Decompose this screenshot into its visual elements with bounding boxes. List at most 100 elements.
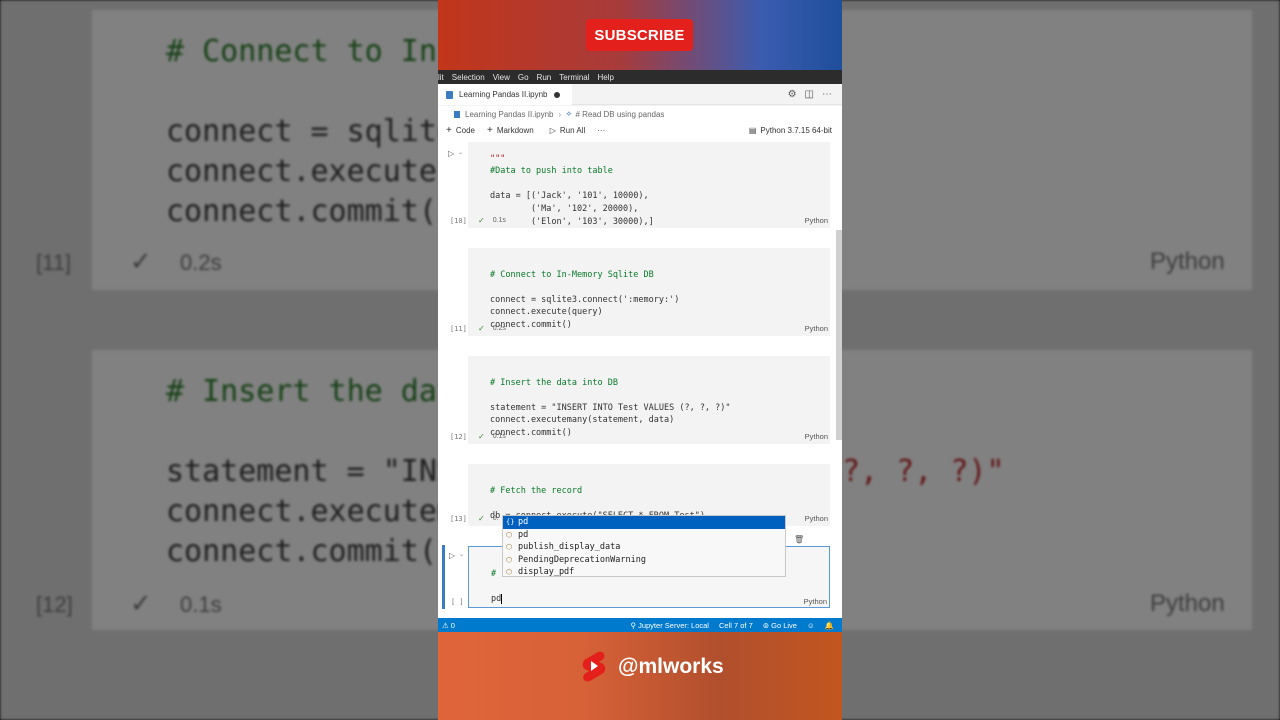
- autocomplete-item[interactable]: ⬡ PendingDeprecationWarning: [503, 554, 785, 567]
- broadcast-icon: ⊚: [762, 620, 772, 630]
- problems-count[interactable]: ⚠ 0: [442, 621, 455, 630]
- module-icon: {}: [506, 518, 515, 527]
- cell-code[interactable]: # Insert the data into DB statement = "I…: [490, 364, 731, 452]
- delete-cell-icon[interactable]: 🗑: [794, 535, 804, 544]
- cell-time: 0.2s: [492, 325, 506, 332]
- more-actions-icon[interactable]: ⋯: [822, 89, 832, 100]
- code-line: # Connect to In-Memory Sqlite DB: [490, 269, 654, 280]
- go-live-button[interactable]: ⊚ Go Live: [763, 621, 797, 630]
- status-bar: ⚠ 0 ⚲ Jupyter Server: Local Cell 7 of 7 …: [438, 618, 842, 632]
- code-line: pd: [491, 593, 502, 604]
- autocomplete-item[interactable]: ⬡ display_pdf: [503, 566, 785, 579]
- status-bar-right: ⚲ Jupyter Server: Local Cell 7 of 7 ⊚ Go…: [631, 621, 834, 630]
- cell-code[interactable]: # Connect to In-Memory Sqlite DB connect…: [490, 256, 679, 344]
- kernel-picker[interactable]: ▤ Python 3.7.15 64-bit: [749, 122, 832, 138]
- cell-execution-count: [13]: [450, 515, 467, 523]
- cell-execution-count: [12]: [450, 433, 467, 441]
- tab-actions: ⚙ ◫ ⋯: [788, 89, 832, 100]
- cell-language[interactable]: Python: [805, 216, 828, 225]
- autocomplete-list: {} pd ⬡ pd ⬡ publish_display_data ⬡ PendingD…: [502, 515, 786, 577]
- menu-item-selection[interactable]: Selection: [452, 73, 485, 82]
- youtube-shorts-icon: [582, 651, 606, 682]
- code-cell[interactable]: # Insert the data into DB statement = "I…: [450, 356, 830, 444]
- code-line: # Fetch the record: [490, 485, 583, 496]
- jupyter-server-status[interactable]: ⚲ Jupyter Server: Local: [631, 621, 709, 630]
- top-banner: SUBSCRIBE: [438, 0, 842, 70]
- cell-language[interactable]: Python: [805, 324, 828, 333]
- autocomplete-label: display_pdf: [518, 567, 575, 578]
- cell-position[interactable]: Cell 7 of 7: [719, 621, 753, 630]
- autocomplete-item[interactable]: ⬡ publish_display_data: [503, 541, 785, 554]
- cell-language[interactable]: Python: [805, 432, 828, 441]
- check-icon: ✓: [478, 216, 485, 225]
- menu-item-go[interactable]: Go: [518, 73, 529, 82]
- toolbar-more-button[interactable]: ···: [597, 126, 605, 135]
- breadcrumb-section[interactable]: # Read DB using pandas: [575, 110, 664, 119]
- cell-status: ✓ 0.1s: [478, 432, 506, 441]
- code-cell[interactable]: # Connect to In-Memory Sqlite DB connect…: [450, 248, 830, 336]
- code-line: """: [490, 153, 506, 164]
- code-line: #Data to push into table: [490, 166, 613, 177]
- feedback-icon[interactable]: ☺: [807, 621, 815, 630]
- notebook-icon: [446, 90, 453, 99]
- cell-status: ✓ 0.2s: [478, 324, 506, 333]
- go-live-label: Go Live: [771, 620, 797, 630]
- notebook-editor: ▷ ⌄ """ #Data to push into table data = …: [438, 138, 842, 618]
- menu-item-edit[interactable]: lit: [438, 73, 444, 82]
- run-all-button[interactable]: ▷ Run All: [550, 126, 586, 135]
- menu-item-run[interactable]: Run: [537, 73, 552, 82]
- unsaved-dot-icon[interactable]: [553, 91, 560, 98]
- notifications-bell-icon[interactable]: 🔔: [825, 621, 834, 630]
- breadcrumb: Learning Pandas II.ipynb › ⟡ # Read DB u…: [438, 106, 842, 122]
- autocomplete-item[interactable]: {} pd: [503, 516, 785, 529]
- cell-code[interactable]: """ #Data to push into table data = [('J…: [490, 140, 654, 241]
- settings-gear-icon[interactable]: ⚙: [788, 89, 797, 100]
- menu-item-terminal[interactable]: Terminal: [559, 73, 589, 82]
- menu-item-view[interactable]: View: [493, 73, 510, 82]
- chevron-down-icon[interactable]: ⌄: [459, 551, 464, 558]
- run-cell-icon[interactable]: ▷: [449, 551, 455, 560]
- variable-icon: ⬡: [506, 530, 513, 539]
- vertical-scrollbar[interactable]: [836, 230, 842, 440]
- add-markdown-button[interactable]: + Markdown: [487, 125, 534, 136]
- cell-language[interactable]: Python: [804, 597, 827, 606]
- autocomplete-item[interactable]: ⬡ pd: [503, 529, 785, 542]
- autocomplete-label: publish_display_data: [518, 542, 621, 553]
- code-line: data = [('Jack', '101', 10000),: [490, 191, 649, 202]
- autocomplete-label: pd: [518, 517, 529, 528]
- cell-time: 0.1s: [492, 217, 506, 224]
- channel-handle[interactable]: @mlworks: [618, 655, 724, 679]
- breadcrumb-file[interactable]: Learning Pandas II.ipynb: [465, 110, 554, 119]
- menu-bar: lit Selection View Go Run Terminal Help: [438, 70, 842, 84]
- run-cell-icon[interactable]: ▷: [448, 149, 454, 158]
- cell-execution-count: [10]: [450, 217, 467, 225]
- bottom-banner: @mlworks: [438, 632, 842, 720]
- check-icon: ✓: [478, 324, 485, 333]
- chevron-right-icon: ›: [558, 109, 562, 119]
- menu-item-help[interactable]: Help: [598, 73, 614, 82]
- code-line: ('Ma', '102', 20000),: [490, 203, 639, 214]
- vscode-window: SUBSCRIBE lit Selection View Go Run Term…: [438, 0, 842, 720]
- tab-title: Learning Pandas II.ipynb: [459, 90, 548, 99]
- cell-status: ✓ 0.1s: [478, 216, 506, 225]
- kernel-icon: ▤: [748, 125, 757, 135]
- chevron-down-icon[interactable]: ⌄: [458, 149, 463, 156]
- jupyter-server-label: Jupyter Server: Local: [638, 620, 709, 630]
- check-icon: ✓: [478, 432, 485, 441]
- run-all-label: Run All: [559, 125, 586, 135]
- plus-icon: +: [446, 124, 452, 136]
- cell-time: 0.: [492, 515, 499, 522]
- code-line: statement = "INSERT INTO Test VALUES (?,…: [490, 402, 731, 413]
- tab-notebook[interactable]: Learning Pandas II.ipynb: [438, 84, 572, 105]
- add-markdown-label: Markdown: [496, 125, 534, 135]
- subscribe-button[interactable]: SUBSCRIBE: [586, 19, 693, 51]
- add-code-label: Code: [455, 125, 475, 135]
- split-editor-icon[interactable]: ◫: [805, 89, 814, 100]
- code-line: connect = sqlite3.connect(':memory:'): [490, 294, 680, 305]
- editor-tab-bar: Learning Pandas II.ipynb ⚙ ◫ ⋯: [438, 84, 842, 105]
- code-line: connect.executemany(statement, data): [490, 415, 675, 426]
- cell-language[interactable]: Python: [805, 514, 828, 523]
- code-cell[interactable]: ▷ ⌄ """ #Data to push into table data = …: [448, 142, 830, 228]
- add-code-button[interactable]: + Code: [446, 125, 475, 136]
- notebook-toolbar: + Code + Markdown ▷ Run All ··· ▤ Python 3.…: [438, 122, 842, 138]
